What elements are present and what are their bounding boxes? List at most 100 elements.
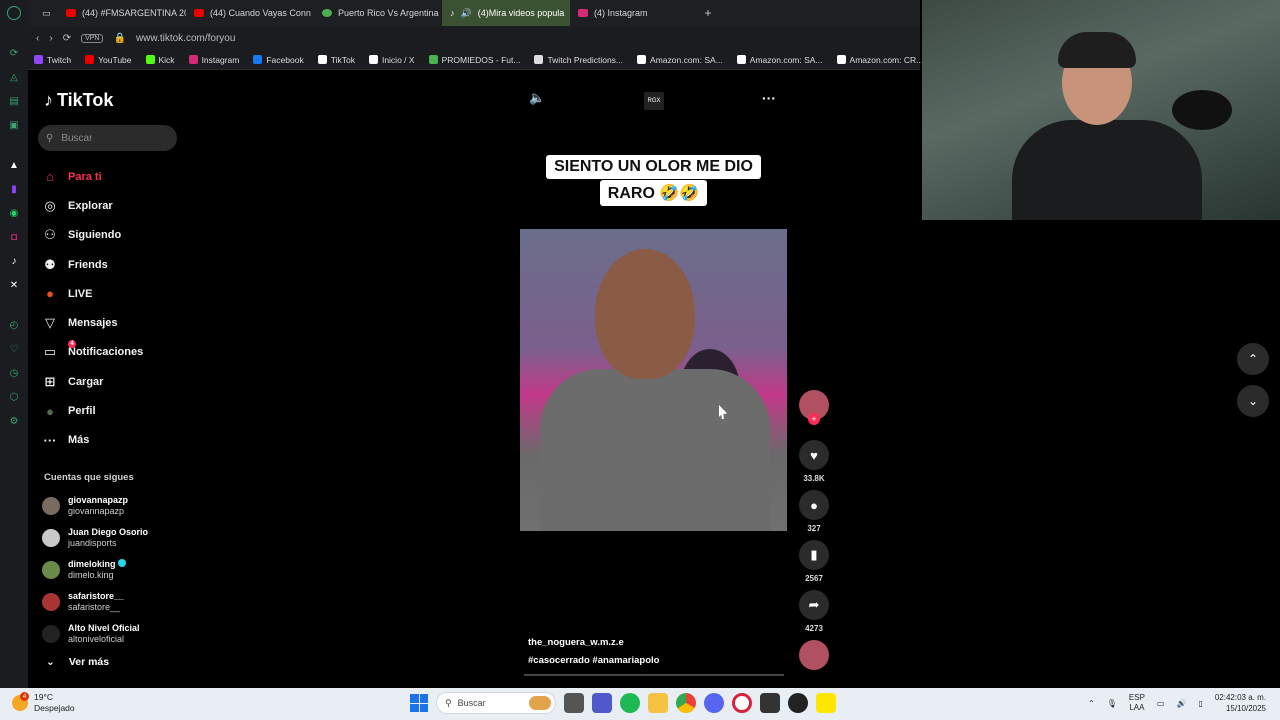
bookmark-item[interactable]: Inicio / X <box>368 55 415 65</box>
bookmark-item[interactable]: Instagram <box>188 55 239 65</box>
weather-widget[interactable]: 4 19°C Despejado <box>12 692 75 714</box>
address-bar[interactable]: www.tiktok.com/foryou <box>136 33 235 44</box>
video-hashtags[interactable]: #casocerrado #anamariapolo <box>528 655 659 666</box>
opera-gx-icon[interactable] <box>732 693 752 713</box>
twitch-icon[interactable]: ▮ <box>7 182 21 196</box>
browser-tab-active[interactable]: ♪ 🔊 (4)Mira videos popula <box>442 0 570 26</box>
settings-icon[interactable]: ⚙ <box>7 414 21 428</box>
bookmark-item[interactable]: YouTube <box>85 55 132 65</box>
tiktok-icon[interactable]: ♪ <box>7 254 21 268</box>
bookmark-item[interactable]: PROMIEDOS - Fut... <box>428 55 520 65</box>
search-input[interactable]: ⚲ Buscar <box>38 125 177 151</box>
taskbar-search[interactable]: ⚲ Buscar <box>436 692 556 714</box>
action-column: + ♥ 33.8K ● 327 ▮ 2567 ➦ 4273 <box>798 390 830 676</box>
microphone-icon[interactable]: 🎙 <box>1107 699 1117 708</box>
bookmark-item[interactable]: Facebook <box>253 55 304 65</box>
browser-tab[interactable]: (44) Cuando Vayas Conn <box>186 0 314 26</box>
previous-video-button[interactable]: ⌃ <box>1237 343 1269 375</box>
nav-item-notificaciones[interactable]: ▭ 4 Notificaciones <box>42 338 182 367</box>
reload-icon[interactable]: ⟳ <box>63 33 71 44</box>
tray-overflow-icon[interactable]: ⌃ <box>1088 699 1095 708</box>
obs-icon[interactable] <box>788 693 808 713</box>
bookmark-item[interactable]: Amazon.com: SA... <box>637 55 723 65</box>
back-icon[interactable]: ‹ <box>36 33 39 44</box>
followed-account[interactable]: dimeloking dimelo.king <box>42 554 182 586</box>
sound-avatar[interactable] <box>799 640 829 670</box>
chrome-icon[interactable] <box>676 693 696 713</box>
vpn-badge[interactable]: VPN <box>81 33 104 43</box>
network-icon[interactable]: ▭ <box>1157 699 1165 708</box>
speaker-icon[interactable]: 🔊 <box>461 8 472 19</box>
windows-start-icon[interactable] <box>410 694 428 712</box>
wallet-icon[interactable]: ▤ <box>7 94 21 108</box>
video-caption: SIENTO UN OLOR ME DIO RARO 🤣🤣 <box>520 155 787 207</box>
avatar <box>42 529 60 547</box>
nav-item-live[interactable]: ● LIVE <box>42 279 182 308</box>
followed-account[interactable]: Alto Nivel Oficial altoniveloficial <box>42 618 182 650</box>
streamer-app-icon[interactable] <box>760 693 780 713</box>
nav-item-perfil[interactable]: ● Perfil <box>42 396 182 425</box>
language-indicator[interactable]: ESP LAA <box>1129 693 1145 713</box>
bookmark-item[interactable]: Amazon.com: SA... <box>736 55 823 65</box>
volume-icon[interactable]: 🔈 <box>529 90 545 106</box>
nav-item-más[interactable]: ··· Más <box>42 426 182 455</box>
browser-tab[interactable]: (4) Instagram <box>570 0 698 26</box>
discord-icon[interactable] <box>704 693 724 713</box>
bookmark-item[interactable]: TikTok <box>317 55 355 65</box>
spotify-icon[interactable] <box>620 693 640 713</box>
share-button[interactable]: ➦ <box>799 590 829 620</box>
instagram-icon[interactable]: ◘ <box>7 230 21 244</box>
nav-item-friends[interactable]: ⚉ Friends <box>42 250 182 279</box>
like-button[interactable]: ♥ <box>799 440 829 470</box>
x-icon[interactable]: ✕ <box>7 278 21 292</box>
chevron-down-icon: ⌄ <box>46 656 55 668</box>
clock[interactable]: 02:42:03 a. m. 15/10/2025 <box>1215 692 1266 714</box>
nav-item-para-ti[interactable]: ⌂ Para ti <box>42 162 182 191</box>
aria-icon[interactable]: ◬ <box>7 70 21 84</box>
bookmark-item[interactable]: Kick <box>145 55 175 65</box>
video-player[interactable] <box>520 229 787 531</box>
heart-icon[interactable]: ♡ <box>7 342 21 356</box>
aria-ai-icon[interactable]: ▲ <box>7 158 21 172</box>
whatsapp-icon[interactable]: ◉ <box>7 206 21 220</box>
see-more-button[interactable]: ⌄ Ver más <box>46 656 109 668</box>
nav-item-explorar[interactable]: ◎ Explorar <box>42 191 182 220</box>
history-icon[interactable]: ◷ <box>7 366 21 380</box>
bookmark-item[interactable]: Twitch Predictions... <box>534 55 623 65</box>
follow-plus-icon[interactable]: + <box>808 413 820 425</box>
bookmark-item[interactable]: Amazon.com: CR... <box>836 55 923 65</box>
bookmark-item[interactable]: Twitch <box>34 55 71 65</box>
next-video-button[interactable]: ⌄ <box>1237 385 1269 417</box>
nav-item-siguiendo[interactable]: ⚇ Siguiendo <box>42 221 182 250</box>
teams-icon[interactable] <box>592 693 612 713</box>
new-tab-button[interactable]: + <box>698 6 718 20</box>
author-avatar[interactable]: + <box>799 390 829 425</box>
extensions-icon[interactable]: ⬡ <box>7 390 21 404</box>
tiktok-logo[interactable]: ♪ TikTok <box>44 90 113 111</box>
sun-icon: 4 <box>12 692 29 711</box>
windows-taskbar: 4 19°C Despejado ⚲ Buscar ⌃ 🎙 ESP LAA ▭ … <box>0 688 1280 720</box>
battery-icon[interactable]: ▯ <box>1198 699 1202 708</box>
save-button[interactable]: ▮ <box>799 540 829 570</box>
followed-account[interactable]: giovannapazp giovannapazp <box>42 490 182 522</box>
task-view-icon[interactable] <box>564 693 584 713</box>
tab-workspaces[interactable]: ▭ <box>38 0 58 26</box>
file-explorer-icon[interactable] <box>648 693 668 713</box>
player-icon[interactable]: ◴ <box>7 318 21 332</box>
opera-logo-icon[interactable] <box>7 6 21 20</box>
gx-icon[interactable]: ▣ <box>7 118 21 132</box>
comment-button[interactable]: ● <box>799 490 829 520</box>
volume-icon[interactable]: 🔊 <box>1176 699 1186 708</box>
video-progress-bar[interactable] <box>524 674 784 676</box>
browser-tab[interactable]: Puerto Rico Vs Argentina <box>314 0 442 26</box>
refresh-icon[interactable]: ⟳ <box>7 46 21 60</box>
more-options-icon[interactable]: ··· <box>762 90 776 106</box>
followed-account[interactable]: safaristore__ safaristore__ <box>42 586 182 618</box>
nav-item-mensajes[interactable]: ▽ Mensajes <box>42 308 182 337</box>
video-author[interactable]: the_noguera_w.m.z.e <box>528 637 624 648</box>
nav-item-cargar[interactable]: ⊞ Cargar <box>42 367 182 396</box>
forward-icon[interactable]: › <box>49 33 52 44</box>
browser-tab[interactable]: (44) #FMSARGENTINA 20 <box>58 0 186 26</box>
followed-account[interactable]: Juan Diego Osorio juandisports <box>42 522 182 554</box>
notes-app-icon[interactable] <box>816 693 836 713</box>
